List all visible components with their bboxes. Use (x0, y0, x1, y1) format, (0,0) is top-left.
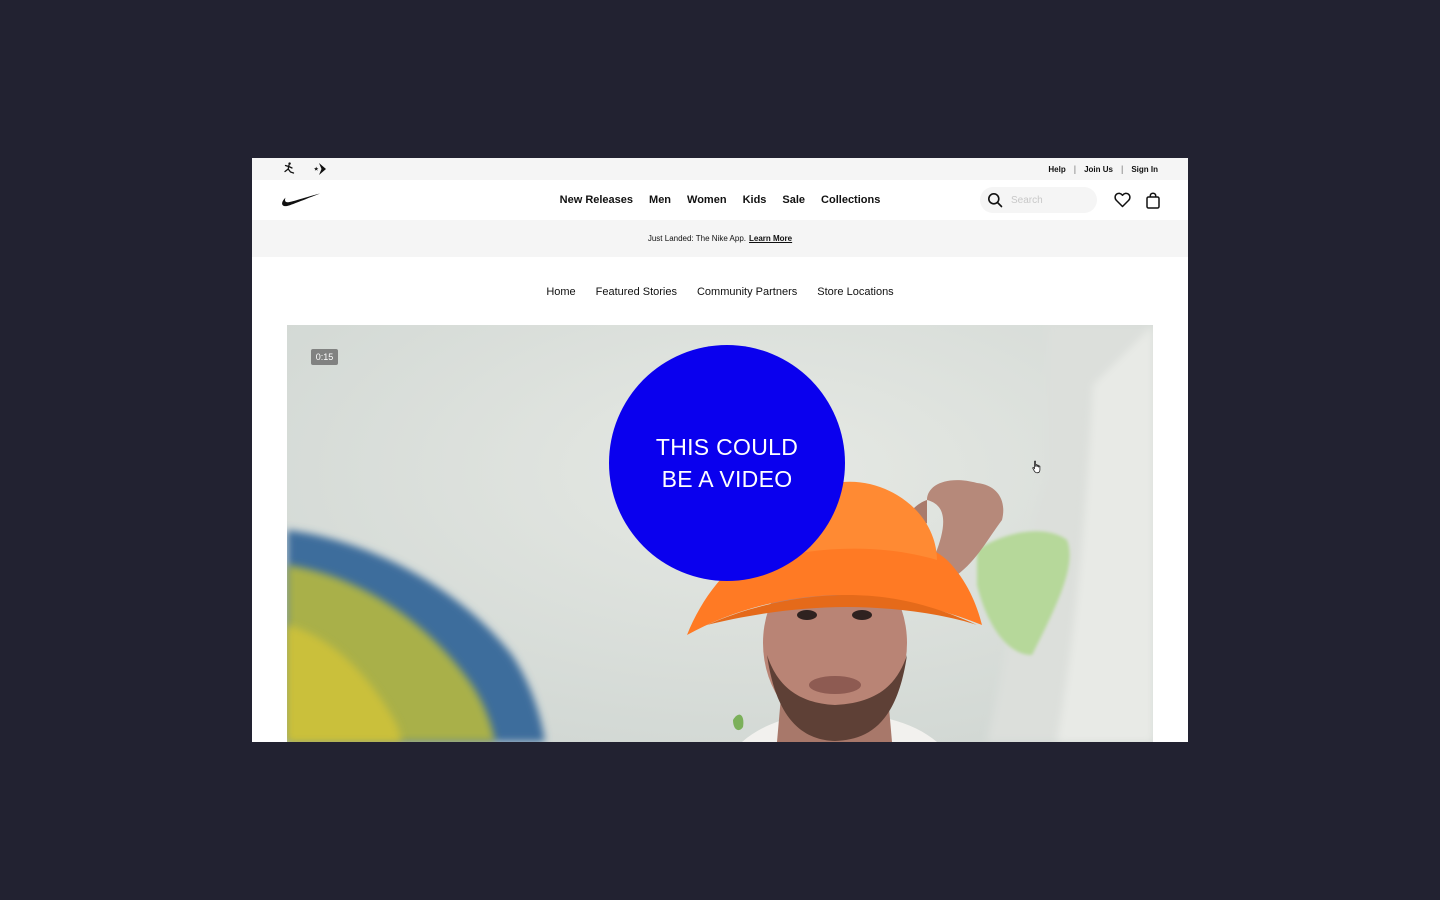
browser-viewport: Help | Join Us | Sign In New Releases Me… (252, 158, 1188, 742)
video-player[interactable]: 0:15 THIS COULD BE A VIDEO (287, 325, 1153, 742)
converse-star-chevron-icon[interactable] (313, 161, 329, 177)
search-icon[interactable] (987, 192, 1003, 208)
main-header: New Releases Men Women Kids Sale Collect… (252, 180, 1188, 220)
divider: | (1120, 164, 1124, 174)
help-link[interactable]: Help (1048, 165, 1065, 174)
nav-women[interactable]: Women (687, 194, 727, 206)
heart-icon[interactable] (1113, 191, 1131, 209)
overlay-line-2: BE A VIDEO (661, 466, 793, 492)
hand-cursor-icon (1031, 460, 1043, 474)
bag-icon[interactable] (1144, 191, 1162, 209)
video-timestamp-badge: 0:15 (311, 349, 338, 365)
nav-kids[interactable]: Kids (743, 194, 767, 206)
join-us-link[interactable]: Join Us (1084, 165, 1113, 174)
nav-collections[interactable]: Collections (821, 194, 880, 206)
utility-bar: Help | Join Us | Sign In (252, 158, 1188, 180)
promo-banner: Just Landed: The Nike App. Learn More (252, 220, 1188, 257)
nav-sale[interactable]: Sale (782, 194, 805, 206)
video-overlay-circle[interactable]: THIS COULD BE A VIDEO (609, 345, 845, 581)
nav-new-releases[interactable]: New Releases (560, 194, 633, 206)
search-input[interactable] (1011, 194, 1087, 206)
overlay-line-1: THIS COULD (655, 434, 799, 460)
jordan-jumpman-icon[interactable] (281, 161, 297, 177)
search-box[interactable] (980, 187, 1097, 213)
nav-men[interactable]: Men (649, 194, 671, 206)
divider: | (1073, 164, 1077, 174)
learn-more-link[interactable]: Learn More (749, 234, 792, 243)
subnav-featured-stories[interactable]: Featured Stories (596, 286, 677, 298)
subnav-community-partners[interactable]: Community Partners (697, 286, 797, 298)
sub-nav: Home Featured Stories Community Partners… (252, 281, 1188, 303)
subnav-home[interactable]: Home (546, 286, 575, 298)
promo-text: Just Landed: The Nike App. (647, 234, 746, 243)
sign-in-link[interactable]: Sign In (1131, 165, 1158, 174)
nike-swoosh-logo[interactable] (281, 192, 321, 208)
subnav-store-locations[interactable]: Store Locations (817, 286, 893, 298)
utility-links: Help | Join Us | Sign In (1048, 158, 1158, 180)
